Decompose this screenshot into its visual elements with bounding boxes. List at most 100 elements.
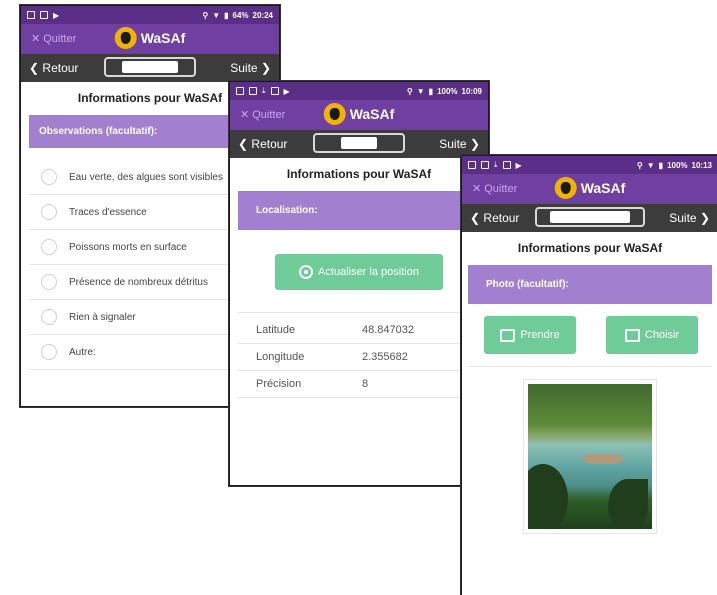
row-label: Longitude bbox=[256, 351, 305, 363]
step-indicator bbox=[313, 133, 405, 153]
app-bar: ✕ Quitter WaSAf bbox=[21, 24, 279, 54]
step-indicator-fill bbox=[550, 211, 630, 223]
step-indicator-fill bbox=[122, 61, 178, 73]
quit-button[interactable]: ✕ Quitter bbox=[31, 32, 77, 46]
option-label: Traces d'essence bbox=[69, 206, 147, 218]
status-bar: ⤓ ▶ ⚲ ▼ ▮ 100% 10:09 bbox=[230, 82, 488, 100]
radio-button[interactable] bbox=[41, 239, 57, 255]
quit-button[interactable]: ✕ Quitter bbox=[472, 182, 518, 196]
next-button[interactable]: Suite ❯ bbox=[439, 137, 480, 151]
photo-actions: Prendre Choisir bbox=[468, 316, 712, 354]
option-label: Autre: bbox=[69, 346, 96, 358]
clock: 10:13 bbox=[691, 160, 712, 170]
photo-divider bbox=[468, 366, 712, 367]
download-icon: ⤓ bbox=[494, 160, 498, 169]
take-photo-button[interactable]: Prendre bbox=[484, 316, 576, 354]
app-bar: ✕ Quitter WaSAf bbox=[230, 100, 488, 130]
quit-button[interactable]: ✕ Quitter bbox=[240, 108, 286, 122]
image-icon bbox=[624, 328, 640, 342]
next-button[interactable]: Suite ❯ bbox=[669, 211, 710, 225]
back-button[interactable]: ❮ Retour bbox=[470, 211, 519, 225]
wifi-icon: ▼ bbox=[646, 160, 655, 170]
calendar-icon bbox=[249, 87, 257, 95]
facebook-icon bbox=[40, 11, 48, 19]
target-icon bbox=[299, 265, 314, 279]
logo-icon bbox=[554, 177, 577, 199]
radio-button[interactable] bbox=[41, 204, 57, 220]
chevron-right-icon: ❯ bbox=[469, 137, 480, 151]
play-icon: ▶ bbox=[515, 160, 522, 170]
row-label: Précision bbox=[256, 378, 302, 390]
logo-icon bbox=[114, 27, 137, 49]
step-indicator bbox=[104, 57, 196, 77]
facebook-icon bbox=[270, 87, 279, 95]
next-button[interactable]: Suite ❯ bbox=[230, 61, 271, 75]
update-position-label: Actualiser la position bbox=[318, 266, 419, 278]
row-value: 8 bbox=[362, 378, 369, 390]
close-icon: ✕ bbox=[472, 183, 482, 195]
choose-photo-label: Choisir bbox=[644, 329, 680, 341]
radio-button[interactable] bbox=[41, 309, 57, 325]
status-bar: ▶ ⚲ ▼ ▮ 64% 20:24 bbox=[21, 6, 279, 24]
choose-photo-button[interactable]: Choisir bbox=[606, 316, 698, 354]
battery-icon: ▮ bbox=[224, 10, 229, 20]
next-label: Suite bbox=[230, 61, 258, 75]
location-card: Actualiser la position Latitude 48.847032… bbox=[238, 230, 480, 398]
location-icon: ⚲ bbox=[202, 10, 209, 20]
option-label: Eau verte, des algues sont visibles bbox=[69, 171, 223, 183]
battery-icon: ▮ bbox=[428, 86, 434, 96]
section-header-location: Localisation: bbox=[238, 191, 480, 230]
close-icon: ✕ bbox=[240, 109, 250, 121]
back-label: Retour bbox=[483, 211, 520, 225]
clock: 20:24 bbox=[252, 10, 273, 20]
radio-button[interactable] bbox=[41, 274, 57, 290]
row-value: 2.355682 bbox=[362, 351, 408, 363]
wifi-icon: ▼ bbox=[212, 10, 221, 20]
radio-button[interactable] bbox=[41, 169, 57, 185]
quit-label: Quitter bbox=[43, 32, 77, 45]
page-title: Informations pour WaSAf bbox=[286, 167, 432, 181]
chevron-left-icon: ❮ bbox=[29, 61, 40, 75]
location-icon: ⚲ bbox=[636, 160, 643, 170]
battery-icon: ▮ bbox=[658, 160, 664, 170]
app-bar: ✕ Quitter WaSAf bbox=[462, 174, 717, 204]
option-label: Présence de nombreux détritus bbox=[69, 276, 208, 288]
next-label: Suite bbox=[669, 211, 697, 225]
notification-icons: ⤓ ▶ bbox=[236, 86, 290, 96]
location-icon: ⚲ bbox=[406, 86, 413, 96]
photo-foliage bbox=[528, 464, 568, 529]
download-icon: ⤓ bbox=[262, 86, 266, 95]
calendar-icon bbox=[481, 161, 489, 169]
radio-button[interactable] bbox=[41, 344, 57, 360]
app-name: WaSAf bbox=[140, 30, 186, 46]
app-brand: WaSAf bbox=[114, 27, 186, 49]
notification-icon bbox=[27, 11, 35, 19]
back-button[interactable]: ❮ Retour bbox=[29, 61, 78, 75]
close-icon: ✕ bbox=[31, 33, 41, 45]
page-title: Informations pour WaSAf bbox=[517, 241, 663, 255]
facebook-icon bbox=[502, 161, 511, 169]
photo-preview bbox=[523, 379, 657, 534]
row-value: 48.847032 bbox=[362, 324, 414, 336]
chevron-right-icon: ❯ bbox=[260, 61, 271, 75]
step-indicator bbox=[535, 207, 645, 227]
section-header-photo: Photo (facultatif): bbox=[468, 265, 712, 304]
quit-label: Quitter bbox=[252, 108, 286, 121]
quit-label: Quitter bbox=[484, 182, 518, 195]
nav-bar: ❮ Retour Suite ❯ bbox=[462, 204, 717, 232]
photo-rock bbox=[583, 454, 623, 464]
photo-image bbox=[528, 384, 652, 529]
notification-icon bbox=[236, 87, 244, 95]
status-right: ⚲ ▼ ▮ 100% 10:09 bbox=[407, 87, 482, 96]
take-photo-label: Prendre bbox=[520, 329, 560, 341]
status-right: ⚲ ▼ ▮ 64% 20:24 bbox=[202, 11, 273, 20]
clock: 10:09 bbox=[461, 86, 482, 96]
update-position-button[interactable]: Actualiser la position bbox=[275, 254, 443, 290]
step-indicator-fill bbox=[341, 137, 377, 149]
app-name: WaSAf bbox=[580, 180, 626, 196]
nav-bar: ❮ Retour Suite ❯ bbox=[21, 54, 279, 82]
back-button[interactable]: ❮ Retour bbox=[238, 137, 287, 151]
app-name: WaSAf bbox=[349, 106, 395, 122]
back-label: Retour bbox=[42, 61, 79, 75]
notification-icon bbox=[468, 161, 476, 169]
